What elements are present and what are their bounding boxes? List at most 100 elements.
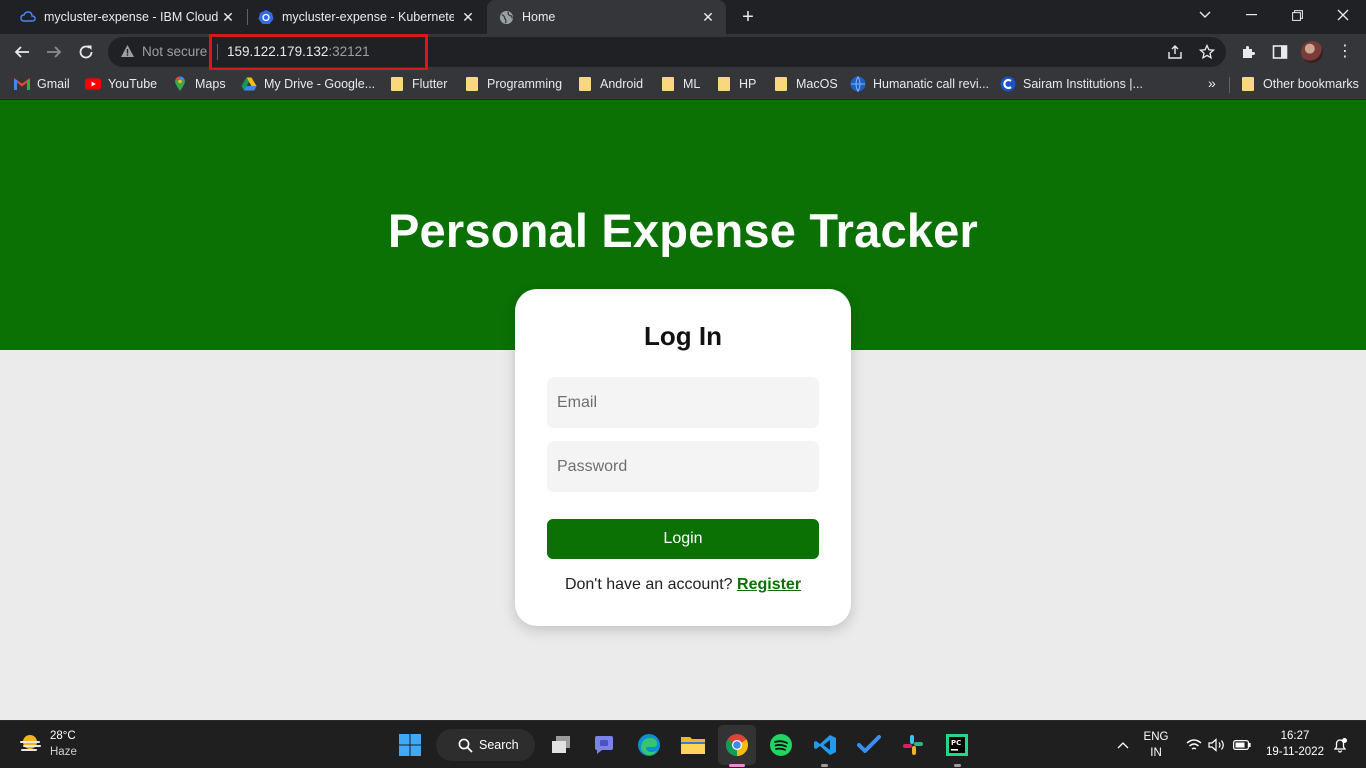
youtube-icon — [85, 76, 101, 92]
bookmarks-divider — [1229, 77, 1230, 93]
menu-kebab-icon[interactable]: ⋮ — [1335, 42, 1355, 62]
clock-time[interactable]: 16:27 — [1262, 730, 1328, 742]
folder-icon — [389, 76, 405, 92]
register-prompt-text: Don't have an account? — [564, 576, 733, 593]
chrome-icon[interactable] — [722, 730, 752, 760]
todo-icon[interactable] — [854, 730, 884, 760]
tab-home[interactable]: Home ✕ — [487, 0, 726, 34]
folder-icon — [773, 76, 789, 92]
warning-icon[interactable] — [120, 44, 135, 63]
new-tab-button[interactable]: + — [737, 6, 759, 28]
side-panel-icon[interactable] — [1270, 42, 1290, 62]
weather-description[interactable]: Haze — [50, 746, 77, 758]
language-region[interactable]: IN — [1140, 747, 1172, 759]
bookmark-star-icon[interactable] — [1198, 43, 1216, 60]
tab-title: mycluster-expense - IBM Cloud — [44, 10, 219, 24]
login-title: Log In — [644, 321, 722, 351]
bookmark-gmail[interactable]: Gmail — [14, 76, 70, 92]
taskbar-search[interactable]: Search — [436, 729, 535, 761]
spotify-icon[interactable] — [766, 730, 796, 760]
bookmarks-bar: Gmail YouTube Maps My Drive - Google... … — [0, 70, 1366, 99]
humanatic-icon — [850, 76, 866, 92]
bookmark-label: ML — [683, 77, 701, 91]
login-card: Log In Login Don't have an account? Regi… — [515, 289, 851, 626]
close-icon[interactable]: ✕ — [700, 9, 716, 25]
chevron-up-icon[interactable] — [1108, 730, 1138, 760]
pycharm-icon[interactable]: PC — [942, 730, 972, 760]
vscode-icon[interactable] — [810, 730, 840, 760]
drive-icon — [241, 76, 257, 92]
bookmark-my-drive[interactable]: My Drive - Google... — [241, 76, 375, 92]
notification-icon[interactable] — [1325, 730, 1355, 760]
sairam-icon — [1000, 76, 1016, 92]
bookmark-label: Humanatic call revi... — [873, 77, 990, 91]
battery-icon[interactable] — [1227, 730, 1257, 760]
close-icon[interactable]: ✕ — [220, 9, 236, 25]
bookmark-android[interactable]: Android — [577, 76, 643, 92]
weather-temperature[interactable]: 28°C — [50, 730, 76, 742]
gmail-icon — [14, 76, 30, 92]
bookmark-macos[interactable]: MacOS — [773, 76, 838, 92]
file-explorer-icon[interactable] — [678, 730, 708, 760]
tab-title: Home — [522, 10, 556, 24]
folder-icon — [464, 76, 480, 92]
login-button[interactable]: Login — [547, 519, 819, 559]
slack-icon[interactable] — [898, 730, 928, 760]
close-icon[interactable]: ✕ — [460, 9, 476, 25]
teams-chat-icon[interactable] — [589, 730, 619, 760]
tab-kubernetes[interactable]: mycluster-expense - Kubernetes ✕ — [248, 0, 486, 34]
password-field[interactable] — [547, 441, 819, 492]
bookmark-label: Programming — [487, 77, 563, 91]
svg-text:PC: PC — [951, 739, 961, 747]
bookmark-label: Gmail — [37, 77, 70, 91]
register-link[interactable]: Register — [737, 576, 801, 593]
bookmark-programming[interactable]: Programming — [464, 76, 562, 92]
share-icon[interactable] — [1167, 44, 1183, 60]
minimize-button[interactable] — [1228, 0, 1274, 30]
folder-icon — [660, 76, 676, 92]
windows-taskbar: 28°C Haze Search PC ENG IN 16:27 19-11-2… — [0, 720, 1366, 768]
tab-search-icon[interactable] — [1182, 0, 1228, 30]
bookmark-label: Maps — [195, 77, 226, 91]
profile-avatar[interactable] — [1301, 41, 1323, 63]
close-window-button[interactable] — [1320, 0, 1366, 30]
pycharm-running-indicator — [954, 764, 961, 767]
email-field[interactable] — [547, 377, 819, 428]
kubernetes-icon — [258, 9, 274, 25]
forward-button[interactable] — [40, 38, 68, 66]
reload-button[interactable] — [72, 38, 100, 66]
windows-start-icon[interactable] — [395, 730, 425, 760]
back-button[interactable] — [8, 38, 36, 66]
language-indicator[interactable]: ENG — [1140, 731, 1172, 743]
tab-strip: mycluster-expense - IBM Cloud ✕ mycluste… — [0, 0, 1366, 34]
bookmark-other-bookmarks[interactable]: Other bookmarks — [1240, 76, 1359, 92]
bookmark-ml[interactable]: ML — [660, 76, 700, 92]
register-prompt: Don't have an account? Register — [515, 576, 851, 594]
bookmark-humanatic[interactable]: Humanatic call revi... — [850, 76, 989, 92]
tab-ibm-cloud[interactable]: mycluster-expense - IBM Cloud ✕ — [0, 0, 246, 34]
restore-button[interactable] — [1274, 0, 1320, 30]
edge-browser-icon[interactable] — [634, 730, 664, 760]
globe-icon — [498, 9, 514, 25]
extensions-icon[interactable] — [1238, 42, 1258, 62]
security-label[interactable]: Not secure — [142, 44, 207, 59]
web-page: Personal Expense Tracker Log In Login Do… — [0, 100, 1366, 720]
search-label: Search — [479, 738, 519, 752]
folder-icon — [577, 76, 593, 92]
bookmarks-overflow-button[interactable]: » — [1208, 75, 1216, 91]
page-title: Personal Expense Tracker — [387, 204, 979, 257]
bookmark-label: Other bookmarks — [1263, 77, 1359, 91]
bookmark-label: My Drive - Google... — [264, 77, 376, 91]
task-view-icon[interactable] — [547, 730, 577, 760]
weather-haze-icon[interactable] — [18, 732, 44, 756]
bookmark-flutter[interactable]: Flutter — [389, 76, 447, 92]
bookmark-hp[interactable]: HP — [716, 76, 756, 92]
url-highlight-box — [209, 34, 428, 71]
vscode-running-indicator — [821, 764, 828, 767]
bookmark-sairam[interactable]: Sairam Institutions |... — [1000, 76, 1143, 92]
clock-date[interactable]: 19-11-2022 — [1262, 746, 1328, 758]
bookmark-label: Flutter — [412, 77, 448, 91]
bookmark-maps[interactable]: Maps — [172, 76, 226, 92]
maps-icon — [172, 76, 188, 92]
bookmark-youtube[interactable]: YouTube — [85, 76, 157, 92]
